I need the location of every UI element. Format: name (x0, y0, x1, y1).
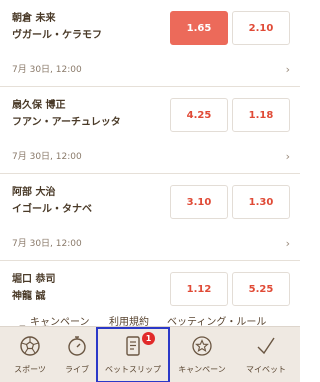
nav-betslip[interactable]: 1 ベットスリップ (96, 327, 170, 382)
player1-name: 阿部 大治 (12, 187, 56, 198)
player2-name: フアン・アーチュレッタ (12, 117, 121, 128)
checkmark-icon (257, 337, 275, 355)
player2-name: ヴガール・ケラモフ (12, 30, 102, 41)
odd-button-player1[interactable]: 4.25 (170, 98, 228, 132)
nav-mybet[interactable]: マイベット (236, 327, 296, 382)
match-row[interactable]: 扇久保 博正 フアン・アーチュレッタ 7月 30日, 12:00 4.25 1.… (0, 87, 300, 174)
bottom-nav: スポーツ ライブ 1 ベットスリップ キャンペーン マイベット (0, 326, 300, 382)
footer-links: キャンペーン 利用規約 ベッティング・ルール (0, 313, 300, 328)
match-players: 扇久保 博正 フアン・アーチュレッタ (12, 97, 121, 131)
odd-button-player2[interactable]: 1.18 (232, 98, 290, 132)
match-date: 7月 30日, 12:00 (12, 65, 82, 75)
player2-name: 神龍 誠 (12, 291, 46, 302)
match-players: 堀口 恭司 神龍 誠 (12, 271, 55, 305)
chevron-right-icon[interactable]: › (286, 150, 290, 163)
odd-button-player1[interactable]: 1.12 (170, 272, 228, 306)
player1-name: 扇久保 博正 (12, 100, 66, 111)
player1-name: 堀口 恭司 (12, 274, 56, 285)
match-row[interactable]: 阿部 大治 イゴール・タナベ 7月 30日, 12:00 3.10 1.30 › (0, 174, 300, 261)
odd-button-player1[interactable]: 1.65 (170, 11, 228, 45)
match-date: 7月 30日, 12:00 (12, 152, 82, 162)
star-icon (192, 336, 212, 356)
betslip-count-badge: 1 (142, 332, 155, 345)
nav-betslip-label: ベットスリップ (105, 365, 161, 374)
match-players: 朝倉 未来 ヴガール・ケラモフ (12, 10, 102, 44)
nav-campaign[interactable]: キャンペーン (172, 327, 232, 382)
player2-name: イゴール・タナベ (12, 204, 92, 215)
chevron-right-icon[interactable]: › (286, 237, 290, 250)
nav-mybet-label: マイベット (246, 365, 286, 374)
odd-button-player2[interactable]: 2.10 (232, 11, 290, 45)
odd-button-player1[interactable]: 3.10 (170, 185, 228, 219)
chevron-right-icon[interactable]: › (286, 63, 290, 76)
player1-name: 朝倉 未来 (12, 13, 56, 24)
match-players: 阿部 大治 イゴール・タナベ (12, 184, 92, 218)
match-list: 朝倉 未来 ヴガール・ケラモフ 7月 30日, 12:00 1.65 2.10 … (0, 0, 300, 348)
match-date: 7月 30日, 12:00 (12, 239, 82, 249)
stopwatch-icon (68, 336, 86, 356)
odd-button-player2[interactable]: 1.30 (232, 185, 290, 219)
odd-button-player2[interactable]: 5.25 (232, 272, 290, 306)
nav-campaign-label: キャンペーン (178, 365, 226, 374)
match-row[interactable]: 朝倉 未来 ヴガール・ケラモフ 7月 30日, 12:00 1.65 2.10 … (0, 0, 300, 87)
soccer-ball-icon (20, 336, 40, 356)
